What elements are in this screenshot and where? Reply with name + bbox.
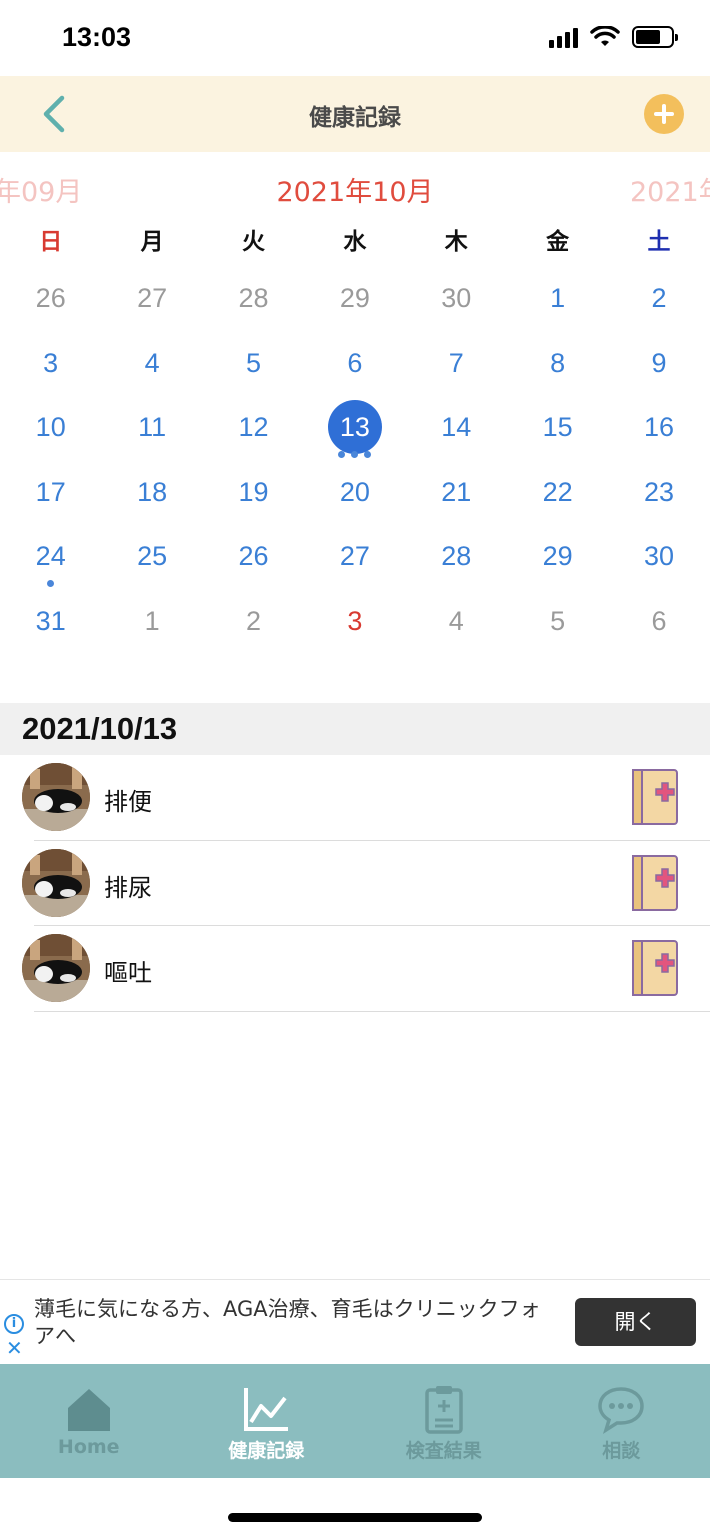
clipboard-icon: [425, 1386, 463, 1434]
calendar-day[interactable]: 23: [608, 462, 709, 527]
tab-label: 相談: [602, 1440, 641, 1462]
next-month-label[interactable]: 2021年: [630, 170, 710, 209]
calendar-day[interactable]: 20: [304, 462, 405, 527]
calendar-day[interactable]: 17: [0, 462, 101, 527]
calendar-day[interactable]: 24: [0, 526, 101, 591]
calendar-day[interactable]: 16: [608, 397, 709, 462]
calendar-day[interactable]: 5: [507, 591, 608, 656]
calendar-day[interactable]: 6: [608, 591, 709, 656]
calendar-day[interactable]: 31: [0, 591, 101, 656]
calendar-day[interactable]: 21: [406, 462, 507, 527]
calendar-day[interactable]: 29: [507, 526, 608, 591]
calendar-day[interactable]: 26: [0, 268, 101, 333]
calendar-day[interactable]: 1: [101, 591, 202, 656]
cellular-signal-icon: [549, 26, 578, 48]
chart-line-icon: [244, 1388, 289, 1431]
calendar-day[interactable]: 18: [101, 462, 202, 527]
health-book-icon[interactable]: [630, 853, 680, 913]
tab-test-results[interactable]: 検査結果: [355, 1364, 533, 1478]
record-indicator-dots: [0, 580, 101, 587]
calendar-day[interactable]: 9: [608, 333, 709, 398]
record-label: 排尿: [104, 873, 152, 902]
list-item[interactable]: 排尿: [0, 841, 710, 927]
calendar-day[interactable]: 5: [203, 333, 304, 398]
weekday-label: 水: [343, 229, 367, 255]
tab-label: 検査結果: [405, 1440, 482, 1462]
app-header: 健康記録: [0, 76, 710, 152]
ad-open-button[interactable]: 開く: [575, 1298, 696, 1346]
calendar-day[interactable]: 29: [304, 268, 405, 333]
weekday-label: 月: [140, 229, 164, 255]
calendar-day[interactable]: 27: [101, 268, 202, 333]
tab-label: 健康記録: [228, 1440, 305, 1462]
calendar-day[interactable]: 8: [507, 333, 608, 398]
battery-icon: [632, 26, 678, 48]
health-book-icon[interactable]: [630, 767, 680, 827]
calendar-day[interactable]: 19: [203, 462, 304, 527]
ad-text: 薄毛に気になる方、AGA治療、育毛はクリニックフォアへ: [34, 1297, 541, 1348]
tab-consultation[interactable]: 相談: [533, 1364, 710, 1478]
calendar-day[interactable]: 7: [406, 333, 507, 398]
weekday-label: 木: [444, 229, 468, 255]
record-list: 排便 排尿 嘔吐: [0, 755, 710, 1012]
health-book-icon[interactable]: [630, 938, 680, 998]
home-icon: [67, 1389, 110, 1431]
calendar-day[interactable]: 14: [406, 397, 507, 462]
tab-label: Home: [57, 1436, 120, 1458]
record-label: 嘔吐: [104, 959, 152, 987]
month-carousel[interactable]: 年09月 2021年10月 2021年: [0, 166, 710, 210]
ad-banner[interactable]: i ✕ 薄毛に気になる方、AGA治療、育毛はクリニックフォアへ 開く: [0, 1279, 710, 1365]
weekday-label: 火: [241, 229, 265, 255]
tab-home[interactable]: Home: [0, 1364, 178, 1478]
calendar-day[interactable]: 12: [203, 397, 304, 462]
home-indicator[interactable]: [228, 1513, 482, 1522]
calendar-day[interactable]: 10: [0, 397, 101, 462]
calendar-day[interactable]: 30: [406, 268, 507, 333]
selected-date-header: 2021/10/13: [0, 703, 710, 755]
list-item[interactable]: 嘔吐: [0, 926, 710, 1012]
selected-date-label: 2021/10/13: [22, 711, 178, 746]
calendar-day[interactable]: 22: [507, 462, 608, 527]
calendar-grid: 26 27 28 29 30 1 2 3 4 5 6 7 8 9 10 11 1…: [0, 268, 710, 655]
bottom-tab-bar: Home 健康記録 検査結果 相談: [0, 1364, 710, 1478]
weekday-header: 日 月 火 水 木 金 土: [0, 222, 710, 262]
calendar-day[interactable]: 4: [101, 333, 202, 398]
calendar-day[interactable]: 1: [507, 268, 608, 333]
calendar-day[interactable]: 27: [304, 526, 405, 591]
ad-info-icon[interactable]: i: [4, 1314, 24, 1334]
calendar-day[interactable]: 26: [203, 526, 304, 591]
list-item[interactable]: 排便: [0, 755, 710, 841]
calendar-day[interactable]: 15: [507, 397, 608, 462]
calendar-day-selected[interactable]: 13: [304, 397, 405, 462]
calendar-day[interactable]: 3: [0, 333, 101, 398]
calendar-day[interactable]: 30: [608, 526, 709, 591]
weekday-label: 土: [647, 229, 671, 255]
calendar-day[interactable]: 25: [101, 526, 202, 591]
record-label: 排便: [104, 788, 152, 816]
calendar-day[interactable]: 6: [304, 333, 405, 398]
weekday-label: 金: [546, 229, 570, 255]
status-bar: 13:03: [0, 0, 710, 76]
add-record-button[interactable]: [644, 94, 684, 134]
chat-bubble-icon: [598, 1387, 645, 1434]
calendar-day[interactable]: 28: [406, 526, 507, 591]
page-title: 健康記録: [309, 105, 401, 131]
calendar-day[interactable]: 2: [608, 268, 709, 333]
calendar-day[interactable]: 4: [406, 591, 507, 656]
calendar-day[interactable]: 11: [101, 397, 202, 462]
calendar-day[interactable]: 2: [203, 591, 304, 656]
weekday-label: 日: [39, 229, 63, 255]
pet-avatar: [22, 848, 90, 917]
ad-close-icon[interactable]: ✕: [6, 1338, 23, 1358]
tab-health-record[interactable]: 健康記録: [178, 1364, 356, 1478]
pet-avatar: [22, 934, 90, 1002]
current-month-label: 2021年10月: [276, 177, 434, 208]
record-indicator-dots: [304, 451, 405, 458]
pet-avatar: [22, 763, 90, 831]
calendar-day[interactable]: 28: [203, 268, 304, 333]
status-icons: [549, 26, 678, 48]
wifi-icon: [590, 26, 620, 46]
calendar-day-holiday[interactable]: 3: [304, 591, 405, 656]
status-time: 13:03: [62, 22, 132, 52]
